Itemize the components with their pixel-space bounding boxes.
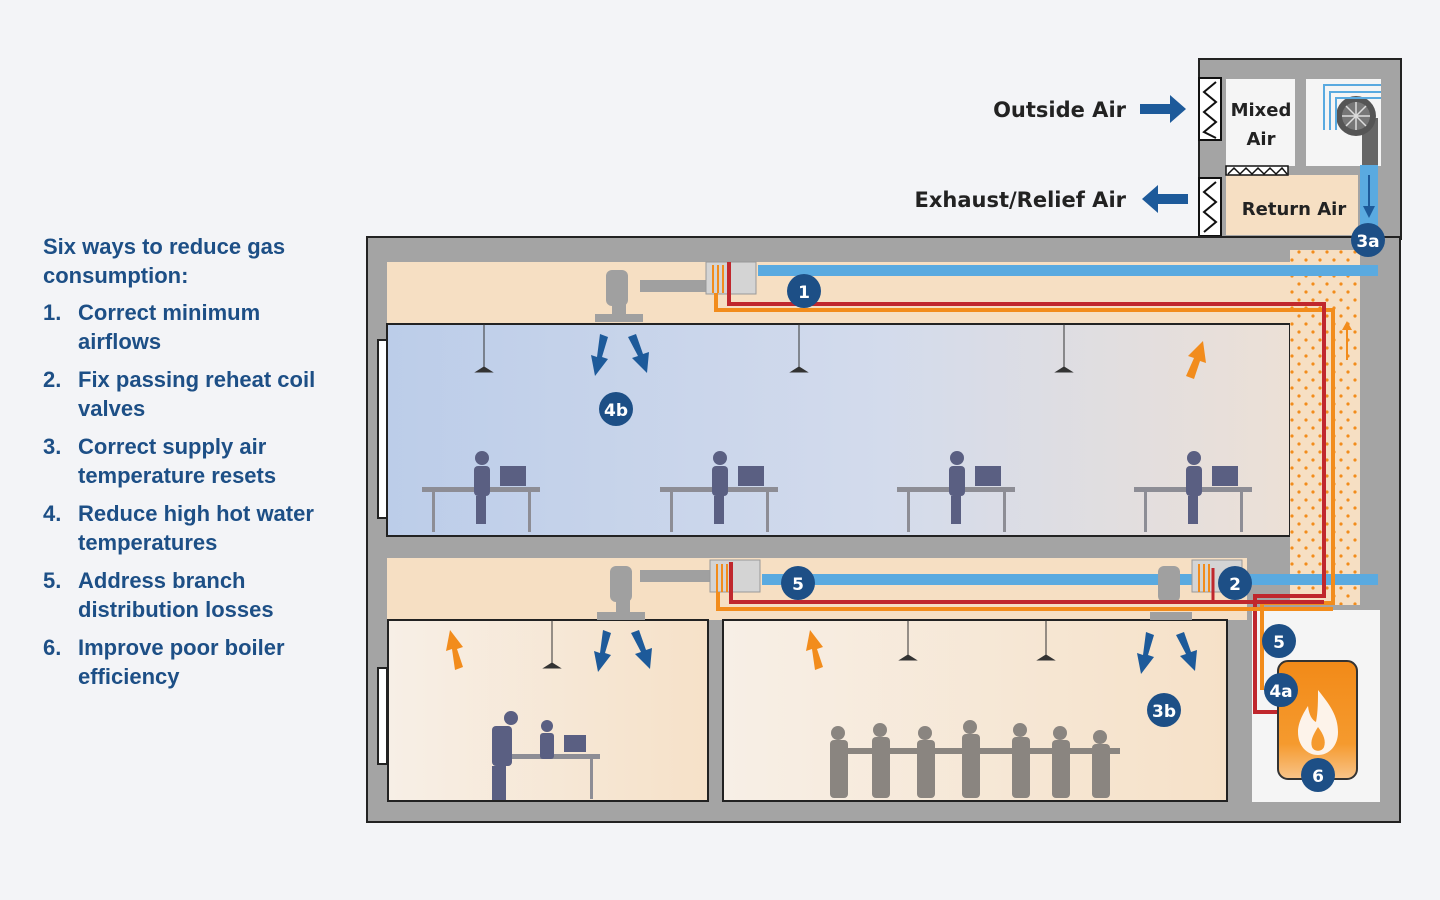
lower-supply-duct xyxy=(762,574,1378,585)
mixed-air-label-line1: Mixed xyxy=(1231,100,1292,121)
svg-text:4a: 4a xyxy=(1269,682,1292,702)
outside-air-arrow-icon xyxy=(1140,95,1186,123)
exhaust-air-arrow-icon xyxy=(1142,185,1188,213)
badge-4a: 4a xyxy=(1264,673,1298,707)
svg-text:4b: 4b xyxy=(604,401,628,421)
exhaust-air-label: Exhaust/Relief Air xyxy=(915,188,1127,212)
badge-6: 6 xyxy=(1301,758,1335,792)
mixed-air-chamber xyxy=(1226,79,1295,166)
outside-air-label: Outside Air xyxy=(993,98,1127,122)
upper-open-office-zone xyxy=(386,323,1291,537)
badge-5-riser: 5 xyxy=(1262,624,1296,658)
building-hvac-diagram: Outside Air Exhaust/Relief Air Mixed Air… xyxy=(366,58,1402,823)
badge-3a: 3a xyxy=(1351,223,1385,257)
svg-text:2: 2 xyxy=(1229,575,1241,595)
svg-text:6: 6 xyxy=(1312,767,1324,787)
badge-1: 1 xyxy=(787,274,821,308)
badge-4b: 4b xyxy=(599,392,633,426)
window-lower xyxy=(377,667,388,765)
svg-text:3b: 3b xyxy=(1152,702,1176,722)
svg-text:5: 5 xyxy=(1273,633,1285,653)
window-upper xyxy=(377,339,388,519)
svg-text:1: 1 xyxy=(798,283,810,303)
badge-2: 2 xyxy=(1218,566,1252,600)
lower-office-zone xyxy=(387,619,709,802)
svg-text:3a: 3a xyxy=(1356,232,1379,252)
svg-text:5: 5 xyxy=(792,575,804,595)
badge-3b: 3b xyxy=(1147,693,1181,727)
badge-5-branch: 5 xyxy=(781,566,815,600)
mixed-air-label-line2: Air xyxy=(1247,129,1276,150)
return-air-label: Return Air xyxy=(1242,199,1347,220)
upper-supply-duct xyxy=(758,265,1378,276)
